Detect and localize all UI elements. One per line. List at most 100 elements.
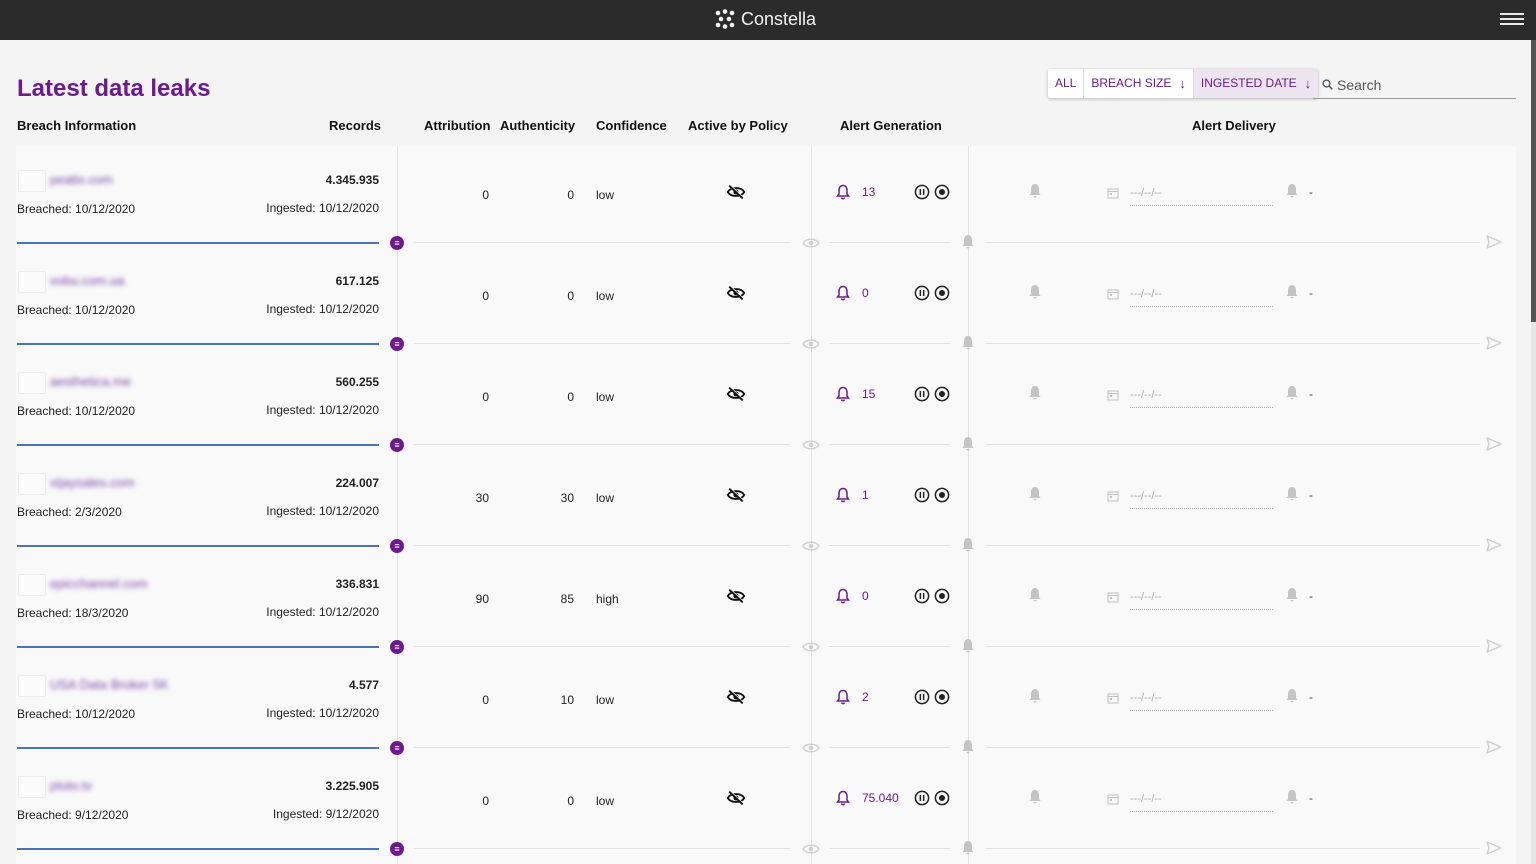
column-header-attribution[interactable]: Attribution — [424, 118, 490, 133]
pause-icon[interactable] — [914, 689, 930, 705]
bell-icon[interactable] — [1028, 385, 1042, 401]
breach-name[interactable]: USA Data Broker 5K — [50, 677, 169, 692]
delivery-date-field[interactable]: ---/--/-- — [1130, 184, 1273, 206]
bell-icon[interactable] — [961, 436, 975, 452]
info-badge-icon[interactable]: ≡ — [390, 842, 404, 856]
breach-name[interactable]: peatix.com — [50, 172, 113, 187]
bell-icon[interactable] — [961, 840, 975, 856]
column-header-confidence[interactable]: Confidence — [596, 118, 667, 133]
breach-name[interactable]: epicchannel.com — [50, 576, 148, 591]
send-icon[interactable] — [1486, 538, 1502, 552]
bell-icon[interactable] — [1028, 688, 1042, 704]
table-row[interactable]: vobu.com.ua 617.125 Breached: 10/12/2020… — [0, 255, 1536, 356]
pause-icon[interactable] — [914, 285, 930, 301]
eye-off-icon[interactable] — [726, 588, 746, 604]
send-icon[interactable] — [1486, 841, 1502, 855]
info-badge-icon[interactable]: ≡ — [390, 539, 404, 553]
calendar-icon[interactable] — [1107, 186, 1119, 199]
calendar-icon[interactable] — [1107, 388, 1119, 401]
eye-off-icon[interactable] — [726, 184, 746, 200]
info-badge-icon[interactable]: ≡ — [390, 337, 404, 351]
delivery-date-field[interactable]: ---/--/-- — [1130, 790, 1273, 812]
bell-icon[interactable] — [1028, 486, 1042, 502]
eye-icon[interactable] — [802, 236, 820, 248]
breach-name[interactable]: vijaysales.com — [50, 475, 135, 490]
table-row[interactable]: pluto.tv 3.225.905 Breached: 9/12/2020 I… — [0, 760, 1536, 861]
table-row[interactable]: epicchannel.com 336.831 Breached: 18/3/2… — [0, 558, 1536, 659]
delivery-date-field[interactable]: ---/--/-- — [1130, 487, 1273, 509]
bell-icon[interactable] — [1285, 385, 1299, 401]
row-checkbox[interactable] — [18, 271, 46, 293]
info-badge-icon[interactable]: ≡ — [390, 640, 404, 654]
bell-icon[interactable] — [1285, 183, 1299, 199]
bell-icon[interactable] — [961, 335, 975, 351]
hamburger-menu-icon[interactable] — [1500, 10, 1524, 30]
stop-icon[interactable] — [934, 285, 950, 301]
bell-icon[interactable] — [1028, 183, 1042, 199]
breach-name[interactable]: vobu.com.ua — [50, 273, 124, 288]
info-badge-icon[interactable]: ≡ — [390, 438, 404, 452]
stop-icon[interactable] — [934, 790, 950, 806]
column-header-records[interactable]: Records — [329, 118, 381, 133]
bell-icon[interactable] — [1285, 284, 1299, 300]
pause-icon[interactable] — [914, 790, 930, 806]
row-checkbox[interactable] — [18, 675, 46, 697]
bell-icon[interactable] — [1028, 284, 1042, 300]
eye-off-icon[interactable] — [726, 689, 746, 705]
send-icon[interactable] — [1486, 235, 1502, 249]
bell-icon[interactable] — [961, 739, 975, 755]
eye-off-icon[interactable] — [726, 487, 746, 503]
bell-icon[interactable] — [1285, 789, 1299, 805]
send-icon[interactable] — [1486, 639, 1502, 653]
table-row[interactable]: USA Data Broker 5K 4.577 Breached: 10/12… — [0, 659, 1536, 760]
eye-icon[interactable] — [802, 438, 820, 450]
calendar-icon[interactable] — [1107, 792, 1119, 805]
calendar-icon[interactable] — [1107, 691, 1119, 704]
column-header-alert-delivery[interactable]: Alert Delivery — [1192, 118, 1276, 133]
breach-name[interactable]: aesthetica.me — [50, 374, 131, 389]
column-header-alert-generation[interactable]: Alert Generation — [840, 118, 942, 133]
stop-icon[interactable] — [934, 386, 950, 402]
pause-icon[interactable] — [914, 487, 930, 503]
column-header-active-by-policy[interactable]: Active by Policy — [688, 118, 788, 133]
bell-icon[interactable] — [1285, 688, 1299, 704]
info-badge-icon[interactable]: ≡ — [390, 741, 404, 755]
bell-icon[interactable] — [1285, 486, 1299, 502]
delivery-date-field[interactable]: ---/--/-- — [1130, 285, 1273, 307]
row-checkbox[interactable] — [18, 473, 46, 495]
delivery-date-field[interactable]: ---/--/-- — [1130, 386, 1273, 408]
row-checkbox[interactable] — [18, 372, 46, 394]
eye-icon[interactable] — [802, 640, 820, 652]
send-icon[interactable] — [1486, 740, 1502, 754]
send-icon[interactable] — [1486, 336, 1502, 350]
bell-icon[interactable] — [961, 537, 975, 553]
table-row[interactable]: peatix.com 4.345.935 Breached: 10/12/202… — [0, 154, 1536, 255]
calendar-icon[interactable] — [1107, 590, 1119, 603]
row-checkbox[interactable] — [18, 170, 46, 192]
stop-icon[interactable] — [934, 689, 950, 705]
eye-off-icon[interactable] — [726, 285, 746, 301]
breach-name[interactable]: pluto.tv — [50, 778, 92, 793]
table-row[interactable]: vijaysales.com 224.007 Breached: 2/3/202… — [0, 457, 1536, 558]
calendar-icon[interactable] — [1107, 287, 1119, 300]
sort-breach-size-button[interactable]: BREACH SIZE ↓ — [1084, 69, 1194, 98]
delivery-date-field[interactable]: ---/--/-- — [1130, 689, 1273, 711]
row-checkbox[interactable] — [18, 574, 46, 596]
send-icon[interactable] — [1486, 437, 1502, 451]
stop-icon[interactable] — [934, 184, 950, 200]
column-header-breach-information[interactable]: Breach Information — [17, 118, 136, 133]
stop-icon[interactable] — [934, 588, 950, 604]
bell-icon[interactable] — [1028, 587, 1042, 603]
eye-icon[interactable] — [802, 539, 820, 551]
search-input[interactable] — [1337, 76, 1507, 93]
eye-icon[interactable] — [802, 337, 820, 349]
delivery-date-field[interactable]: ---/--/-- — [1130, 588, 1273, 610]
eye-off-icon[interactable] — [726, 386, 746, 402]
pause-icon[interactable] — [914, 386, 930, 402]
eye-off-icon[interactable] — [726, 790, 746, 806]
sort-ingested-date-button[interactable]: INGESTED DATE ↓ — [1193, 69, 1319, 98]
bell-icon[interactable] — [961, 234, 975, 250]
bell-icon[interactable] — [1285, 587, 1299, 603]
column-header-authenticity[interactable]: Authenticity — [500, 118, 575, 133]
row-checkbox[interactable] — [18, 776, 46, 798]
